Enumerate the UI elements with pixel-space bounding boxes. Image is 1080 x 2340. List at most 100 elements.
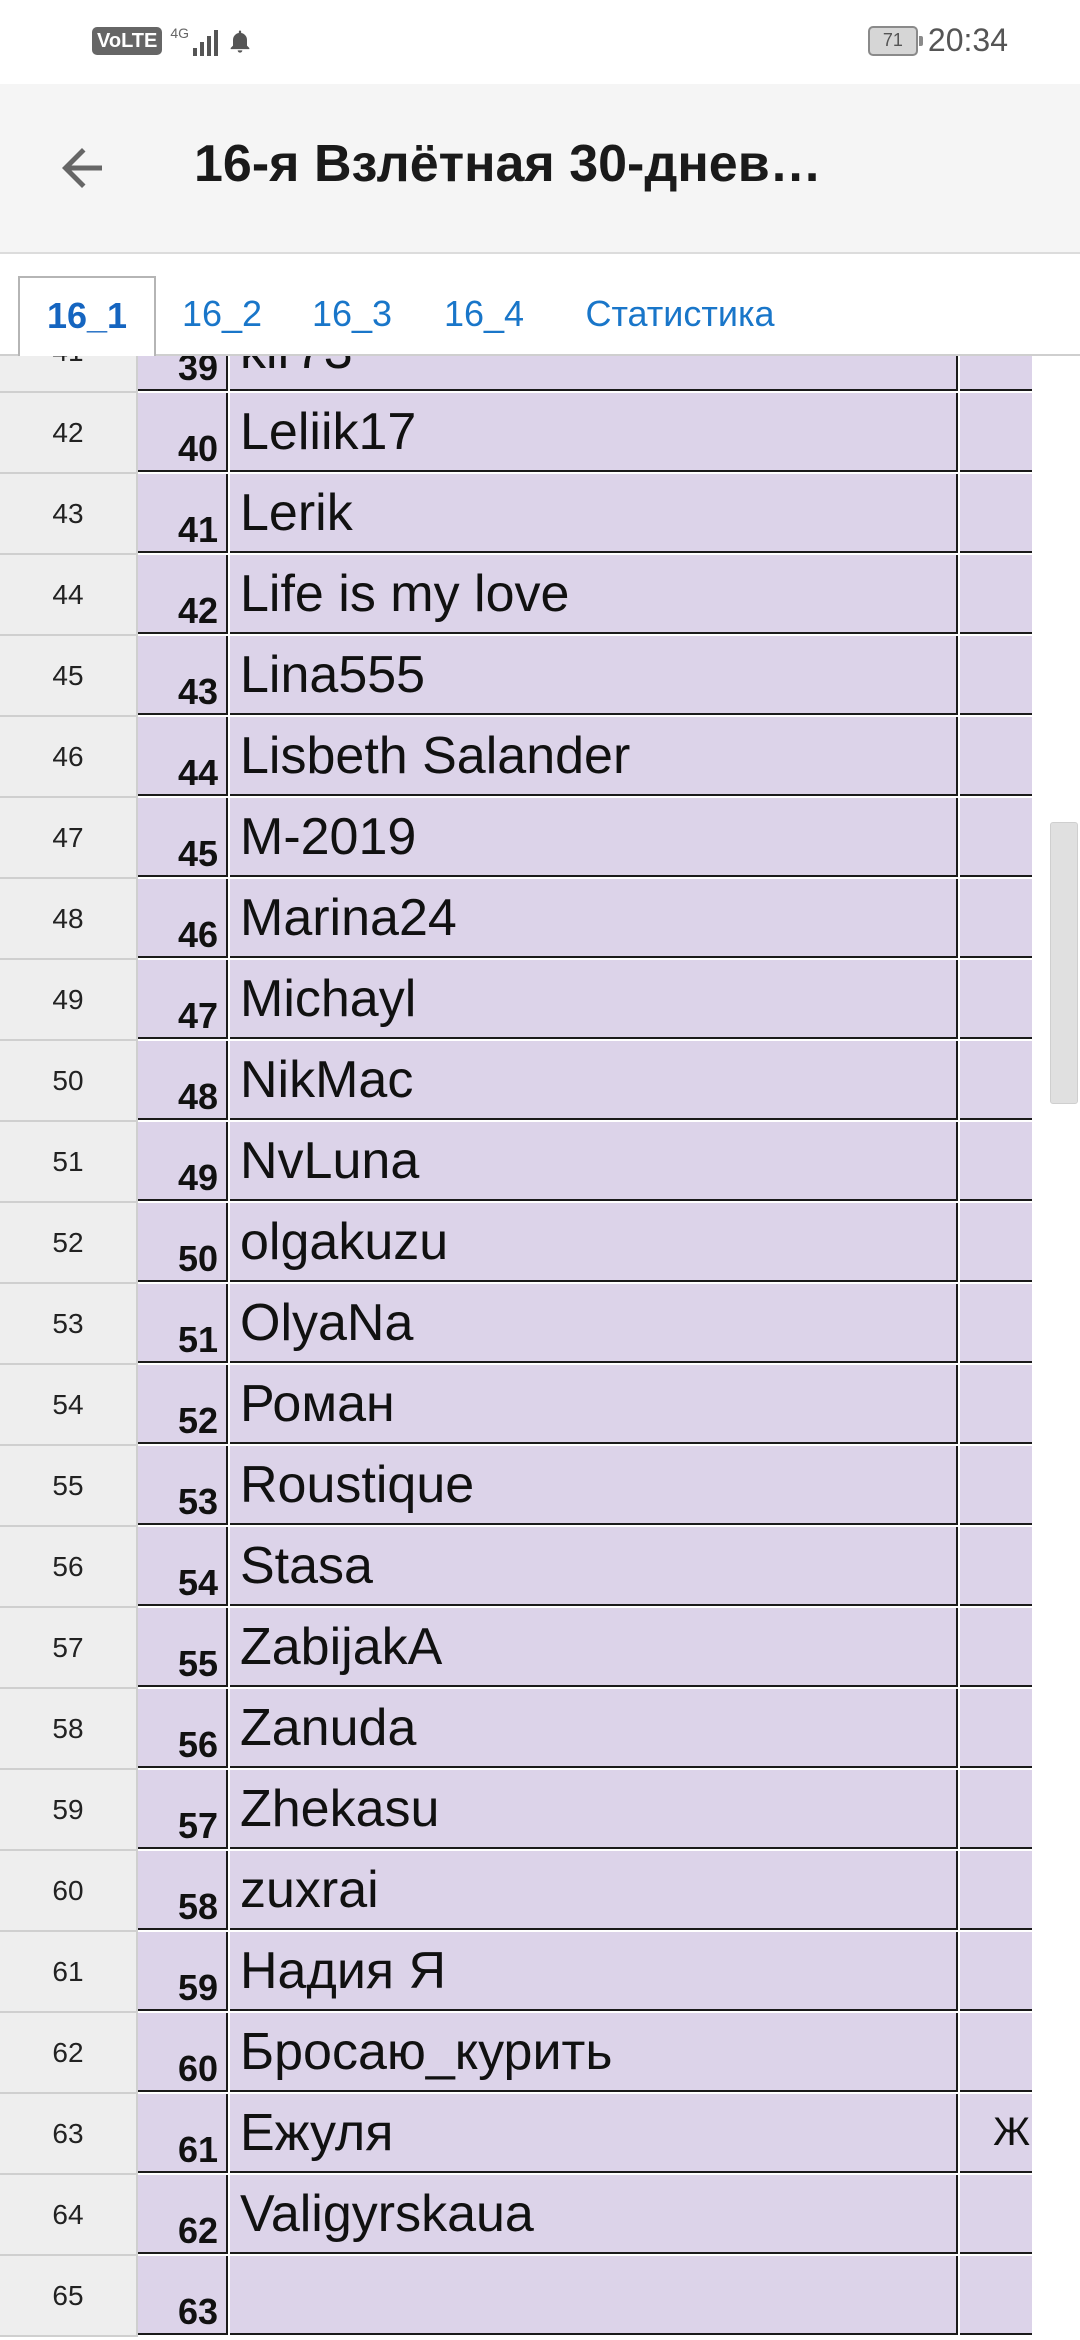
cell-name[interactable]: olgakuzu xyxy=(230,1203,958,1282)
cell-name[interactable]: M-2019 xyxy=(230,798,958,877)
tab-16-3[interactable]: 16_3 xyxy=(302,276,402,352)
row-header[interactable]: 45 xyxy=(0,636,138,717)
tab-16-4[interactable]: 16_4 xyxy=(434,276,534,352)
cell-extra[interactable] xyxy=(960,1527,1032,1606)
cell-name[interactable]: Lerik xyxy=(230,474,958,553)
cell-extra[interactable] xyxy=(960,393,1032,472)
cell-empty[interactable] xyxy=(1032,2256,1080,2337)
tab-16-1[interactable]: 16_1 xyxy=(18,276,156,356)
cell-name[interactable]: Ежуля xyxy=(230,2094,958,2173)
cell-number[interactable]: 47 xyxy=(138,960,228,1039)
row-header[interactable]: 52 xyxy=(0,1203,138,1284)
cell-number[interactable]: 60 xyxy=(138,2013,228,2092)
row-header[interactable]: 61 xyxy=(0,1932,138,2013)
row-header[interactable]: 59 xyxy=(0,1770,138,1851)
row-header[interactable]: 43 xyxy=(0,474,138,555)
cell-number[interactable]: 44 xyxy=(138,717,228,796)
cell-name[interactable]: Stasa xyxy=(230,1527,958,1606)
cell-name[interactable]: zuxrai xyxy=(230,1851,958,1930)
cell-extra[interactable] xyxy=(960,636,1032,715)
cell-number[interactable]: 50 xyxy=(138,1203,228,1282)
cell-number[interactable]: 51 xyxy=(138,1284,228,1363)
cell-number[interactable]: 62 xyxy=(138,2175,228,2254)
cell-empty[interactable] xyxy=(1032,2175,1080,2256)
cell-empty[interactable] xyxy=(1032,1851,1080,1932)
cell-extra[interactable] xyxy=(960,474,1032,553)
cell-extra[interactable] xyxy=(960,1446,1032,1525)
cell-number[interactable]: 59 xyxy=(138,1932,228,2011)
row-header[interactable]: 56 xyxy=(0,1527,138,1608)
cell-empty[interactable] xyxy=(1032,1284,1080,1365)
cell-empty[interactable] xyxy=(1032,1770,1080,1851)
cell-number[interactable]: 42 xyxy=(138,555,228,634)
cell-name[interactable]: Zhekasu xyxy=(230,1770,958,1849)
cell-extra[interactable] xyxy=(960,1851,1032,1930)
row-header[interactable]: 62 xyxy=(0,2013,138,2094)
cell-name[interactable]: Roustique xyxy=(230,1446,958,1525)
cell-name[interactable]: Роман xyxy=(230,1365,958,1444)
cell-name[interactable]: NvLuna xyxy=(230,1122,958,1201)
cell-extra[interactable] xyxy=(960,1689,1032,1768)
cell-extra[interactable] xyxy=(960,1770,1032,1849)
cell-number[interactable]: 45 xyxy=(138,798,228,877)
cell-name[interactable]: Life is my love xyxy=(230,555,958,634)
cell-extra[interactable] xyxy=(960,879,1032,958)
cell-extra[interactable] xyxy=(960,356,1032,391)
row-header[interactable]: 60 xyxy=(0,1851,138,1932)
cell-number[interactable]: 63 xyxy=(138,2256,228,2335)
cell-extra[interactable] xyxy=(960,2256,1032,2335)
cell-empty[interactable] xyxy=(1032,356,1080,393)
cell-extra[interactable] xyxy=(960,555,1032,634)
row-header[interactable]: 51 xyxy=(0,1122,138,1203)
cell-empty[interactable] xyxy=(1032,1122,1080,1203)
cell-empty[interactable] xyxy=(1032,1446,1080,1527)
cell-number[interactable]: 46 xyxy=(138,879,228,958)
row-header[interactable]: 53 xyxy=(0,1284,138,1365)
tab-16-2[interactable]: 16_2 xyxy=(172,276,272,352)
cell-extra[interactable] xyxy=(960,2175,1032,2254)
cell-number[interactable]: 58 xyxy=(138,1851,228,1930)
cell-empty[interactable] xyxy=(1032,717,1080,798)
cell-extra[interactable] xyxy=(960,960,1032,1039)
row-header[interactable]: 46 xyxy=(0,717,138,798)
row-header[interactable]: 57 xyxy=(0,1608,138,1689)
cell-extra[interactable] xyxy=(960,1608,1032,1687)
row-header[interactable]: 50 xyxy=(0,1041,138,1122)
cell-empty[interactable] xyxy=(1032,1608,1080,1689)
cell-number[interactable]: 40 xyxy=(138,393,228,472)
cell-name[interactable]: OlyaNa xyxy=(230,1284,958,1363)
cell-extra[interactable] xyxy=(960,1284,1032,1363)
cell-name[interactable]: Lisbeth Salander xyxy=(230,717,958,796)
cell-number[interactable]: 56 xyxy=(138,1689,228,1768)
cell-extra[interactable]: Ж xyxy=(960,2094,1032,2173)
cell-extra[interactable] xyxy=(960,1122,1032,1201)
cell-name[interactable]: Michayl xyxy=(230,960,958,1039)
row-header[interactable]: 47 xyxy=(0,798,138,879)
cell-number[interactable]: 57 xyxy=(138,1770,228,1849)
cell-name[interactable]: Leliik17 xyxy=(230,393,958,472)
cell-name[interactable]: Бросаю_курить xyxy=(230,2013,958,2092)
row-header[interactable]: 49 xyxy=(0,960,138,1041)
cell-extra[interactable] xyxy=(960,1041,1032,1120)
cell-number[interactable]: 55 xyxy=(138,1608,228,1687)
cell-number[interactable]: 49 xyxy=(138,1122,228,1201)
back-arrow-icon[interactable] xyxy=(52,138,112,198)
cell-number[interactable]: 39 xyxy=(138,356,228,391)
cell-empty[interactable] xyxy=(1032,2094,1080,2175)
cell-extra[interactable] xyxy=(960,1365,1032,1444)
cell-extra[interactable] xyxy=(960,1203,1032,1282)
cell-extra[interactable] xyxy=(960,717,1032,796)
cell-number[interactable]: 41 xyxy=(138,474,228,553)
cell-number[interactable]: 54 xyxy=(138,1527,228,1606)
cell-number[interactable]: 52 xyxy=(138,1365,228,1444)
row-header[interactable]: 58 xyxy=(0,1689,138,1770)
row-header[interactable]: 48 xyxy=(0,879,138,960)
row-header[interactable]: 65 xyxy=(0,2256,138,2337)
cell-number[interactable]: 48 xyxy=(138,1041,228,1120)
cell-extra[interactable] xyxy=(960,2013,1032,2092)
cell-extra[interactable] xyxy=(960,798,1032,877)
cell-number[interactable]: 53 xyxy=(138,1446,228,1525)
tab-statistics[interactable]: Статистика xyxy=(570,276,790,352)
spreadsheet-grid[interactable]: 4139kir734240Leliik174341Lerik4442Life i… xyxy=(0,356,1080,2340)
row-header[interactable]: 41 xyxy=(0,356,138,393)
